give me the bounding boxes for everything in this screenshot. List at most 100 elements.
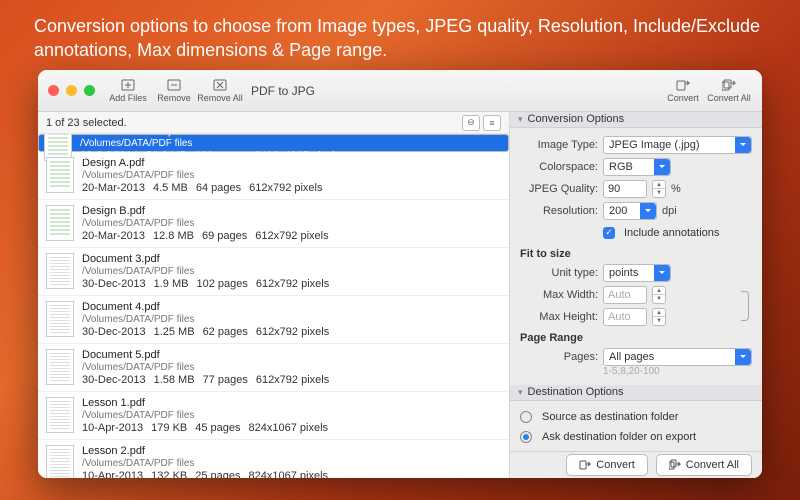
- source-folder-radio[interactable]: [520, 411, 532, 423]
- file-path: /Volumes/DATA/PDF files: [82, 410, 328, 421]
- max-height-input[interactable]: Auto: [603, 308, 647, 326]
- image-type-select[interactable]: JPEG Image (.jpg): [603, 136, 752, 154]
- quality-input[interactable]: 90: [603, 180, 647, 198]
- file-row[interactable]: Lesson 2.pdf /Volumes/DATA/PDF files 10-…: [38, 440, 509, 478]
- file-name: Document 3.pdf: [82, 253, 329, 265]
- file-thumbnail: [46, 205, 74, 241]
- file-thumbnail: [46, 397, 74, 433]
- pages-select[interactable]: All pages: [603, 348, 752, 366]
- file-thumbnail: [46, 301, 74, 337]
- file-thumbnail: [46, 157, 74, 193]
- unit-type-select[interactable]: points: [603, 264, 671, 282]
- file-path: /Volumes/DATA/PDF files: [82, 458, 328, 469]
- colorspace-label: Colorspace:: [520, 161, 598, 173]
- chevron-down-icon: [654, 159, 670, 175]
- options-pane: ▾Conversion Options Image Type: JPEG Imag…: [510, 112, 762, 478]
- file-row[interactable]: A PDF Document.pdf /Volumes/DATA/PDF fil…: [38, 134, 509, 152]
- max-width-label: Max Width:: [520, 289, 598, 301]
- convert-icon: [675, 78, 691, 92]
- plus-square-icon: [120, 78, 136, 92]
- pages-label: Pages:: [520, 351, 598, 363]
- chevron-down-icon: [735, 137, 751, 153]
- file-path: /Volumes/DATA/PDF files: [82, 314, 329, 325]
- titlebar: Add Files Remove Remove All PDF to JPG C…: [38, 70, 762, 112]
- page-range-header: Page Range: [520, 332, 752, 344]
- max-height-label: Max Height:: [520, 311, 598, 323]
- file-thumbnail: [46, 253, 74, 289]
- app-window: Add Files Remove Remove All PDF to JPG C…: [38, 70, 762, 478]
- file-info: 20-Mar-201312.8 MB69 pages612x792 pixels: [82, 230, 329, 242]
- convert-all-icon: [721, 78, 737, 92]
- chevron-down-icon: [640, 203, 656, 219]
- minus-square-icon: [166, 78, 182, 92]
- add-files-button[interactable]: Add Files: [105, 73, 151, 109]
- destination-options-header[interactable]: ▾Destination Options: [510, 385, 762, 401]
- chevron-down-icon: ▾: [518, 114, 523, 125]
- file-name: Document 4.pdf: [82, 301, 329, 313]
- close-icon[interactable]: [48, 85, 59, 96]
- image-type-label: Image Type:: [520, 139, 598, 151]
- file-info: 30-Dec-20131.25 MB62 pages612x792 pixels: [82, 326, 329, 338]
- remove-button[interactable]: Remove: [151, 73, 197, 109]
- file-row[interactable]: Document 5.pdf /Volumes/DATA/PDF files 3…: [38, 344, 509, 392]
- file-path: /Volumes/DATA/PDF files: [80, 138, 340, 149]
- convert-icon: [579, 459, 591, 471]
- file-thumbnail: [46, 349, 74, 385]
- chevron-down-icon: [735, 349, 751, 365]
- link-dimensions-icon[interactable]: [738, 288, 752, 324]
- fit-to-size-header: Fit to size: [520, 248, 752, 260]
- max-height-stepper[interactable]: ▲▼: [652, 308, 666, 326]
- file-list-pane: 1 of 23 selected. ⊖ ≡ A PDF Document.pdf…: [38, 112, 510, 478]
- window-title: PDF to JPG: [243, 84, 660, 98]
- x-square-icon: [212, 78, 228, 92]
- filter-button[interactable]: ⊖: [462, 115, 480, 131]
- unit-type-label: Unit type:: [520, 267, 598, 279]
- conversion-options-header[interactable]: ▾Conversion Options: [510, 112, 762, 128]
- convert-all-icon: [669, 459, 681, 471]
- resolution-select[interactable]: 200: [603, 202, 657, 220]
- chevron-down-icon: ▾: [518, 387, 523, 398]
- file-list[interactable]: A PDF Document.pdf /Volumes/DATA/PDF fil…: [38, 134, 509, 478]
- minimize-icon[interactable]: [66, 85, 77, 96]
- selection-count: 1 of 23 selected.: [46, 117, 127, 129]
- max-width-input[interactable]: Auto: [603, 286, 647, 304]
- file-path: /Volumes/DATA/PDF files: [82, 266, 329, 277]
- file-row[interactable]: Document 3.pdf /Volumes/DATA/PDF files 3…: [38, 248, 509, 296]
- file-path: /Volumes/DATA/PDF files: [82, 170, 323, 181]
- quality-label: JPEG Quality:: [520, 183, 598, 195]
- file-row[interactable]: Design B.pdf /Volumes/DATA/PDF files 20-…: [38, 200, 509, 248]
- ask-folder-radio[interactable]: [520, 431, 532, 443]
- file-name: Design B.pdf: [82, 205, 329, 217]
- file-row[interactable]: Document 4.pdf /Volumes/DATA/PDF files 3…: [38, 296, 509, 344]
- convert-button[interactable]: Convert: [566, 454, 648, 476]
- file-info: 30-Dec-20131.9 MB102 pages612x792 pixels: [82, 278, 329, 290]
- file-name: A PDF Document.pdf: [80, 134, 340, 137]
- remove-all-button[interactable]: Remove All: [197, 73, 243, 109]
- file-thumbnail: [46, 445, 74, 478]
- footer-buttons: Convert Convert All: [510, 451, 762, 478]
- traffic-lights: [48, 85, 95, 96]
- file-row[interactable]: Lesson 1.pdf /Volumes/DATA/PDF files 10-…: [38, 392, 509, 440]
- max-width-stepper[interactable]: ▲▼: [652, 286, 666, 304]
- resolution-label: Resolution:: [520, 205, 598, 217]
- file-info: 30-Dec-20131.58 MB77 pages612x792 pixels: [82, 374, 329, 386]
- convert-all-button-toolbar[interactable]: Convert All: [706, 73, 752, 109]
- file-path: /Volumes/DATA/PDF files: [82, 362, 329, 373]
- pages-hint: 1-5,8,20-100: [520, 366, 752, 377]
- hero-caption: Conversion options to choose from Image …: [0, 0, 800, 73]
- include-annotations-checkbox[interactable]: [603, 227, 615, 239]
- file-name: Document 5.pdf: [82, 349, 329, 361]
- chevron-down-icon: [654, 265, 670, 281]
- file-name: Lesson 1.pdf: [82, 397, 328, 409]
- quality-stepper[interactable]: ▲▼: [652, 180, 666, 198]
- file-info: 10-Apr-2013179 KB45 pages824x1067 pixels: [82, 422, 328, 434]
- colorspace-select[interactable]: RGB: [603, 158, 671, 176]
- view-mode-button[interactable]: ≡: [483, 115, 501, 131]
- convert-all-button[interactable]: Convert All: [656, 454, 752, 476]
- file-path: /Volumes/DATA/PDF files: [82, 218, 329, 229]
- file-info: 10-Apr-2013132 KB25 pages824x1067 pixels: [82, 470, 328, 478]
- convert-button-toolbar[interactable]: Convert: [660, 73, 706, 109]
- ask-folder-label: Ask destination folder on export: [542, 431, 696, 443]
- source-folder-label: Source as destination folder: [542, 411, 678, 423]
- zoom-icon[interactable]: [84, 85, 95, 96]
